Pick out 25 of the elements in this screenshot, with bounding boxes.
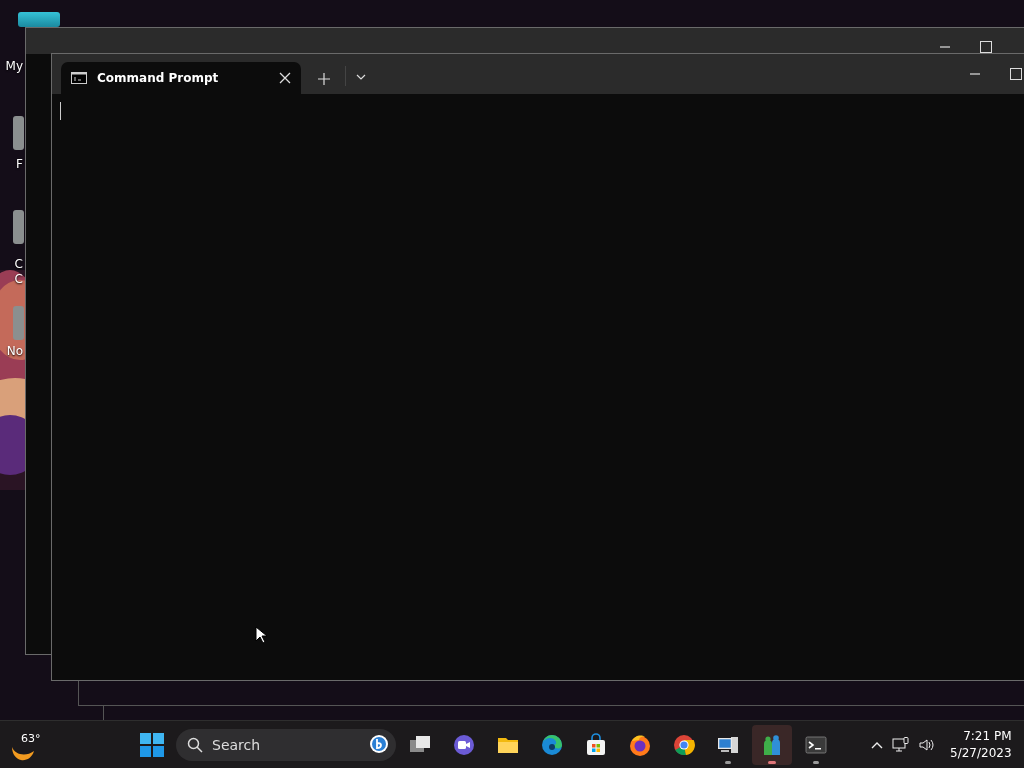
clock-time[interactable]: 7:21 PM [963, 729, 1012, 743]
edge-icon[interactable] [540, 732, 564, 757]
new-tab-button[interactable] [317, 72, 331, 86]
store-icon[interactable] [584, 732, 608, 757]
search-field[interactable]: Search [176, 728, 396, 761]
desktop-icon-label: C [14, 257, 23, 271]
terminal-tab[interactable]: Command Prompt [61, 62, 301, 94]
search-icon [187, 736, 203, 753]
command-prompt-icon [71, 72, 87, 84]
desktop-icon-label: F [16, 157, 23, 171]
maximize-icon[interactable] [980, 41, 992, 53]
desktop-icon-label: My [5, 59, 23, 73]
chat-bubble-icon[interactable] [369, 733, 389, 756]
start-button[interactable] [139, 731, 165, 758]
mouse-pointer-icon [255, 626, 267, 644]
temperature[interactable]: 63° [21, 731, 41, 745]
maximize-icon[interactable] [1010, 68, 1022, 80]
desktop-icon-label: No [6, 344, 23, 358]
network-icon[interactable] [892, 736, 910, 753]
close-tab-icon[interactable] [279, 72, 291, 84]
chrome-icon[interactable] [672, 732, 696, 757]
desktop-icon-label: C [14, 272, 23, 286]
video-chat-icon[interactable] [452, 732, 476, 757]
volume-icon[interactable] [918, 736, 936, 753]
clock-date[interactable]: 5/27/2023 [950, 746, 1012, 760]
